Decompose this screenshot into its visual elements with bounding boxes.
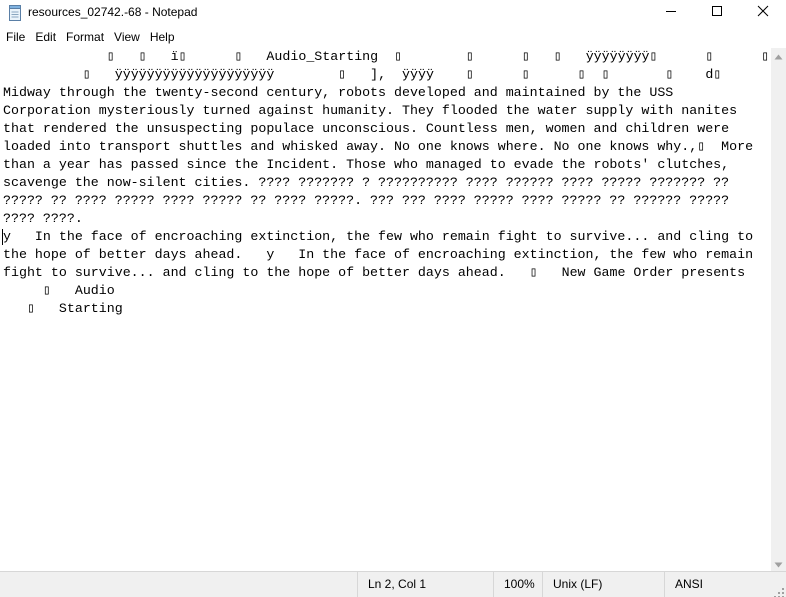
- cursor-position: Ln 2, Col 1: [357, 572, 493, 597]
- menu-view[interactable]: View: [109, 28, 145, 47]
- scroll-up-button[interactable]: [771, 48, 786, 63]
- maximize-button[interactable]: [694, 0, 740, 26]
- maximize-icon: [711, 4, 723, 22]
- vertical-scrollbar[interactable]: [771, 48, 786, 571]
- editor-line: ▯ Starting: [3, 301, 123, 316]
- menu-help[interactable]: Help: [145, 28, 180, 47]
- editor-line: the hope of better days ahead. y In the …: [3, 247, 754, 262]
- editor-line: than a year has passed since the Inciden…: [3, 157, 730, 172]
- chevron-down-icon: [774, 555, 783, 573]
- notepad-icon: [8, 5, 22, 21]
- minimize-icon: [665, 4, 677, 22]
- title-bar[interactable]: resources_02742.-68 - Notepad: [0, 0, 786, 26]
- window-title: resources_02742.-68 - Notepad: [28, 5, 198, 19]
- zoom-level: 100%: [493, 572, 542, 597]
- menu-edit[interactable]: Edit: [30, 28, 61, 47]
- editor-line: ▯ Audio: [3, 283, 115, 298]
- close-icon: [757, 4, 769, 22]
- editor-line: ???? ????.: [3, 211, 83, 226]
- notepad-window: resources_02742.-68 - Notepad File Edit …: [0, 0, 786, 597]
- chevron-up-icon: [774, 47, 783, 65]
- text-caret: [2, 229, 3, 245]
- editor-line: Corporation mysteriously turned against …: [3, 103, 738, 118]
- close-button[interactable]: [740, 0, 786, 26]
- scroll-down-button[interactable]: [771, 556, 786, 571]
- menu-file[interactable]: File: [0, 28, 30, 47]
- encoding: ANSI: [664, 572, 786, 597]
- editor-line: ????? ?? ???? ????? ???? ????? ?? ???? ?…: [3, 193, 730, 208]
- resize-grip-icon[interactable]: [774, 585, 784, 597]
- text-editor[interactable]: ▯ ▯ ï▯ ▯ Audio_Starting ▯ ▯ ▯ ▯ ÿÿÿÿÿÿÿÿ…: [0, 48, 771, 571]
- menu-format[interactable]: Format: [61, 28, 109, 47]
- editor-line: loaded into transport shuttles and whisk…: [3, 139, 754, 154]
- menu-bar: File Edit Format View Help: [0, 28, 786, 47]
- editor-line: y In the face of encroaching extinction,…: [3, 229, 754, 244]
- editor-line: scavenge the now-silent cities. ???? ???…: [3, 175, 730, 190]
- editor-line: that rendered the unsuspecting populace …: [3, 121, 730, 136]
- editor-line: fight to survive... and cling to the hop…: [3, 265, 746, 280]
- editor-line: Midway through the twenty-second century…: [3, 85, 674, 100]
- line-ending: Unix (LF): [542, 572, 664, 597]
- editor-line: ▯ ÿÿÿÿÿÿÿÿÿÿÿÿÿÿÿÿÿÿÿÿ ▯ ], ÿÿÿÿ ▯ ▯ ▯ ▯…: [3, 67, 722, 82]
- editor-line: ▯ ▯ ï▯ ▯ Audio_Starting ▯ ▯ ▯ ▯ ÿÿÿÿÿÿÿÿ…: [3, 49, 771, 64]
- minimize-button[interactable]: [648, 0, 694, 26]
- status-bar: Ln 2, Col 1 100% Unix (LF) ANSI: [0, 571, 786, 597]
